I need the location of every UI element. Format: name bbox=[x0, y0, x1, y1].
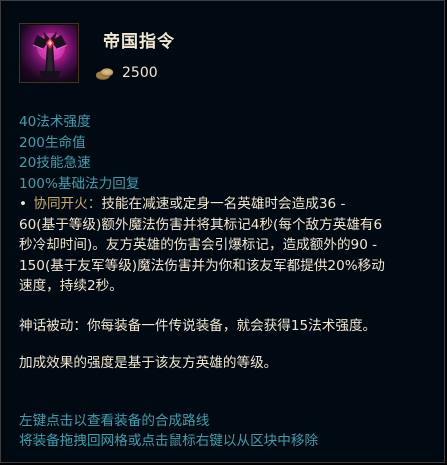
mythic-passive: 神话被动：你每装备一件传说装备，就会获得15法术强度。 bbox=[19, 318, 377, 334]
gold-coins-icon bbox=[96, 68, 113, 80]
item-icon-frame bbox=[19, 23, 79, 83]
passive-text-line: 秒冷却时间)。友方英雄的伤害会引爆标记，造成额外的90 - bbox=[19, 237, 378, 253]
item-cost: 2500 bbox=[122, 65, 158, 81]
bonus-note: 加成效果的强度是基于该友方英雄的等级。 bbox=[19, 355, 278, 371]
passive-text-line: 150(基于友军等级)魔法伤害并为你和该友军都提供20%移动 bbox=[19, 257, 385, 274]
stat-line: 200生命值 bbox=[19, 134, 86, 151]
right-click-hint: 将装备拖拽回网格或点击鼠标右键以从区块中移除 bbox=[19, 433, 319, 449]
passive-text-line: 速度，持续2秒。 bbox=[19, 278, 123, 294]
stat-line: 40法术强度 bbox=[19, 114, 91, 130]
item-name: 帝国指令 bbox=[103, 32, 175, 52]
stat-line: 20技能急速 bbox=[19, 155, 91, 171]
passive-first-line: • 协同开火：技能在减速或定身一名英雄时会造成36 - bbox=[19, 194, 434, 215]
stat-line: 100%基础法力回复 bbox=[19, 175, 140, 192]
passive-text-line: 60(基于等级)额外魔法伤害并将其标记4秒(每个敌方英雄有6 bbox=[19, 216, 383, 233]
imperial-mandate-icon bbox=[21, 25, 77, 81]
item-tooltip: 帝国指令 2500 40法术强度 200生命值 20技能急速 100%基础法力回… bbox=[0, 0, 445, 463]
item-description: 40法术强度 200生命值 20技能急速 100%基础法力回复 • 协同开火：技… bbox=[19, 112, 434, 297]
left-click-hint: 左键点击以查看装备的合成路线 bbox=[19, 413, 210, 429]
bullet-icon: • bbox=[19, 196, 28, 212]
passive-text: 技能在减速或定身一名英雄时会造成36 - bbox=[101, 196, 346, 212]
passive-name: 协同开火： bbox=[33, 196, 102, 212]
